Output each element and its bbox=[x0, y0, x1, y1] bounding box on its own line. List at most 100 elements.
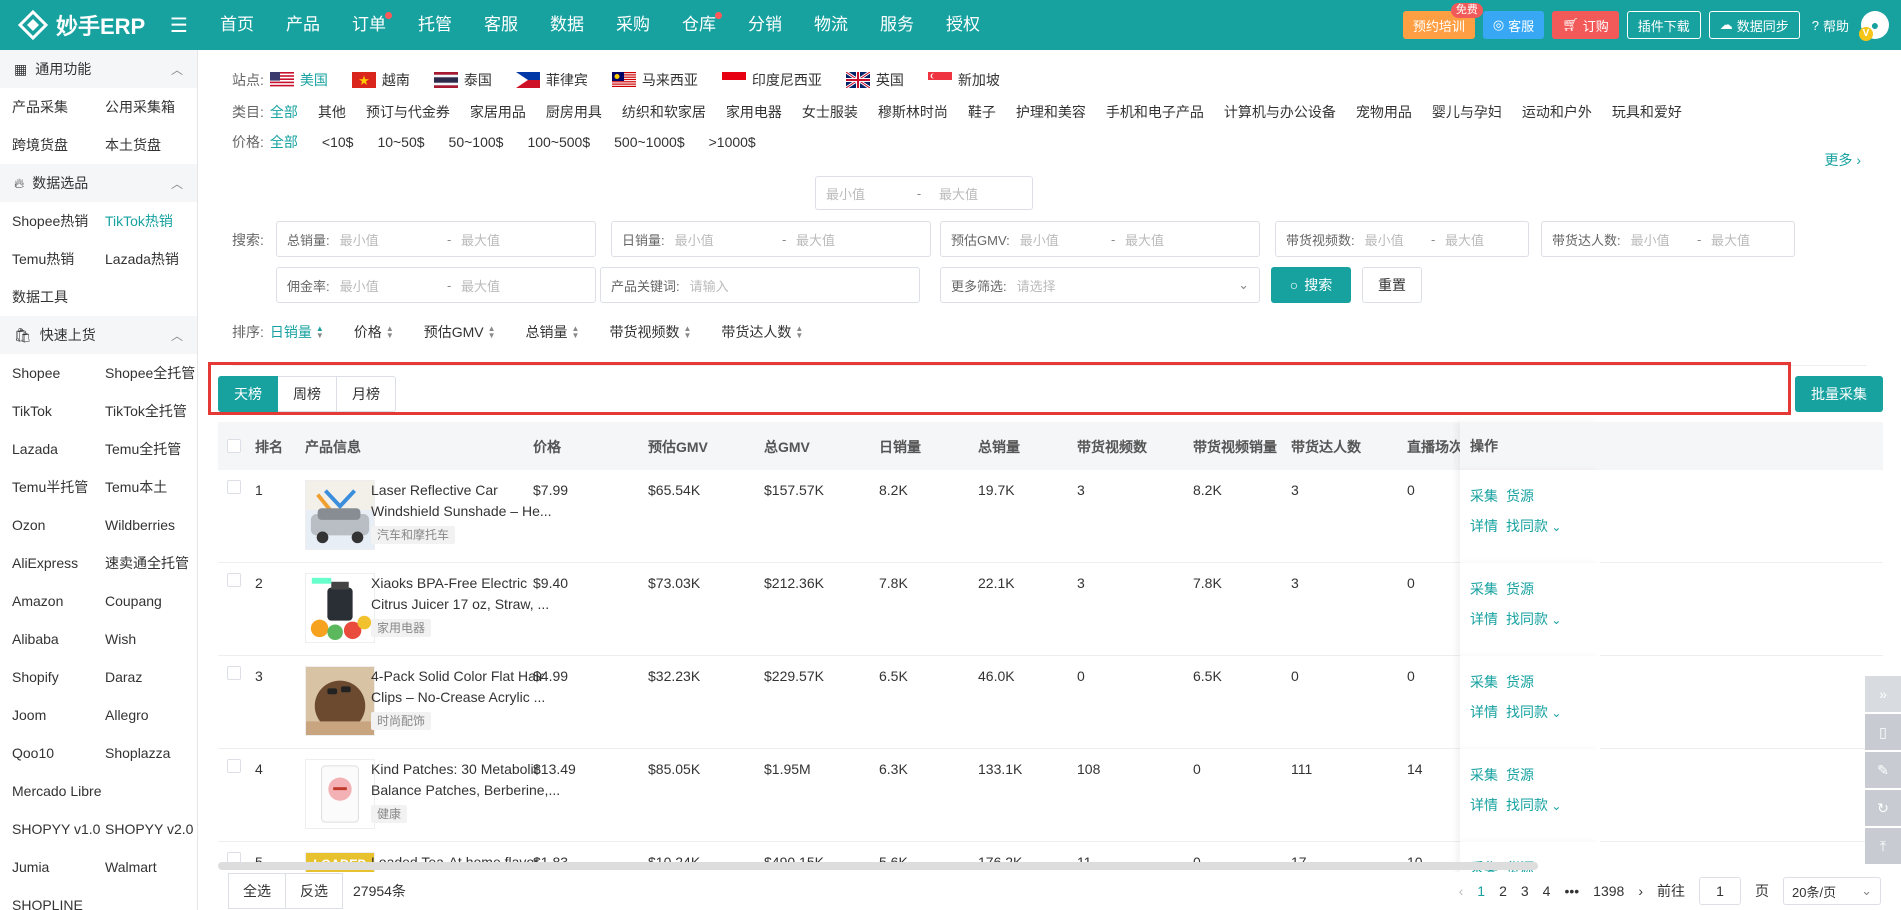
sidebar-item[interactable]: Joom bbox=[12, 696, 105, 734]
collect-link[interactable]: 采集 bbox=[1470, 765, 1498, 785]
product-thumbnail[interactable] bbox=[305, 666, 375, 736]
site-option[interactable]: 英国 bbox=[845, 70, 904, 90]
column-header[interactable]: 总销量 bbox=[978, 437, 1020, 457]
row-checkbox[interactable] bbox=[227, 573, 241, 587]
category-option[interactable]: 家居用品 bbox=[470, 102, 526, 122]
column-header[interactable]: 日销量 bbox=[879, 437, 921, 457]
range-filter-box[interactable]: 预估GMV: 最小值 - 最大值 bbox=[940, 221, 1260, 257]
sort-option[interactable]: 预估GMV ▲ ▼ bbox=[424, 322, 496, 342]
product-thumbnail[interactable] bbox=[305, 480, 375, 550]
find-same-link[interactable]: 找同款 ⌄ bbox=[1506, 795, 1561, 815]
range-filter-box[interactable]: 佣金率: 最小值 - 最大值 bbox=[276, 267, 596, 303]
category-option[interactable]: 婴儿与孕妇 bbox=[1432, 102, 1502, 122]
price-option[interactable]: 500~1000$ bbox=[614, 134, 684, 150]
sidebar-item[interactable]: Lazada热销 bbox=[105, 240, 197, 278]
sidebar-item[interactable]: Shopee热销 bbox=[12, 202, 105, 240]
more-filter-select[interactable]: 更多筛选: 请选择 ⌄ bbox=[940, 267, 1260, 303]
help-button[interactable]: ? 帮助 bbox=[1808, 11, 1853, 39]
nav-item-5[interactable]: 数据 bbox=[534, 0, 600, 50]
nav-item-2[interactable]: 订单 bbox=[336, 0, 402, 50]
site-option[interactable]: 新加坡 bbox=[927, 70, 1000, 90]
sidebar-item[interactable]: Amazon bbox=[12, 582, 105, 620]
range-filter-box[interactable]: 日销量: 最小值 - 最大值 bbox=[611, 221, 931, 257]
category-option[interactable]: 手机和电子产品 bbox=[1106, 102, 1204, 122]
nav-item-3[interactable]: 托管 bbox=[402, 0, 468, 50]
product-thumbnail[interactable] bbox=[305, 573, 375, 643]
page-number[interactable]: 4 bbox=[1543, 883, 1551, 899]
category-option[interactable]: 运动和户外 bbox=[1522, 102, 1592, 122]
sort-option[interactable]: 带货视频数 ▲ ▼ bbox=[609, 322, 691, 342]
column-header[interactable]: 总GMV bbox=[764, 437, 810, 457]
page-size-select[interactable]: 20条/页 ⌄ bbox=[1783, 877, 1881, 905]
sidebar-item[interactable]: Shopify bbox=[12, 658, 105, 696]
sidebar-section-1[interactable]: 🔥︎ 数据选品 ︿ bbox=[0, 164, 197, 202]
site-option[interactable]: 越南 bbox=[351, 70, 410, 90]
detail-link[interactable]: 详情 bbox=[1470, 516, 1498, 536]
site-option[interactable]: 马来西亚 bbox=[611, 70, 698, 90]
column-header[interactable]: 直播场次 bbox=[1407, 437, 1463, 457]
nav-item-0[interactable]: 首页 bbox=[204, 0, 270, 50]
sidebar-item[interactable]: AliExpress bbox=[12, 544, 105, 582]
app-logo[interactable]: 妙手ERP bbox=[0, 8, 170, 42]
nav-item-1[interactable]: 产品 bbox=[270, 0, 336, 50]
prev-page-icon[interactable]: ‹ bbox=[1459, 883, 1464, 899]
nav-item-4[interactable]: 客服 bbox=[468, 0, 534, 50]
category-option[interactable]: 预订与代金券 bbox=[366, 102, 450, 122]
sidebar-item[interactable]: Qoo10 bbox=[12, 734, 105, 772]
sidebar-item[interactable]: Temu热销 bbox=[12, 240, 105, 278]
back-to-top-icon[interactable]: ⤒ bbox=[1865, 828, 1901, 864]
site-option[interactable]: 美国 bbox=[269, 70, 328, 90]
mobile-icon[interactable]: ▯ bbox=[1865, 714, 1901, 750]
find-same-link[interactable]: 找同款 ⌄ bbox=[1506, 702, 1561, 722]
sidebar-item[interactable]: SHOPYY v2.0 bbox=[105, 810, 197, 848]
category-option[interactable]: 玩具和爱好 bbox=[1612, 102, 1682, 122]
category-option[interactable]: 纺织和软家居 bbox=[622, 102, 706, 122]
sidebar-item[interactable]: TikTok全托管 bbox=[105, 392, 197, 430]
site-option[interactable]: 菲律宾 bbox=[515, 70, 588, 90]
page-number[interactable]: 1398 bbox=[1593, 883, 1624, 899]
column-header[interactable]: 价格 bbox=[533, 437, 561, 457]
sidebar-item[interactable]: SHOPYY v1.0 bbox=[12, 810, 105, 848]
next-page-icon[interactable]: › bbox=[1638, 883, 1643, 899]
sidebar-item[interactable]: Lazada bbox=[12, 430, 105, 468]
price-option[interactable]: >1000$ bbox=[709, 134, 756, 150]
sort-option[interactable]: 带货达人数 ▲ ▼ bbox=[721, 322, 803, 342]
nav-item-8[interactable]: 分销 bbox=[732, 0, 798, 50]
site-option[interactable]: 泰国 bbox=[433, 70, 492, 90]
sidebar-item[interactable]: Jumia bbox=[12, 848, 105, 886]
training-button[interactable]: 预约培训 免费 bbox=[1402, 3, 1483, 39]
price-option[interactable]: 10~50$ bbox=[377, 134, 424, 150]
category-option[interactable]: 宠物用品 bbox=[1356, 102, 1412, 122]
site-option[interactable]: 印度尼西亚 bbox=[721, 70, 822, 90]
tab-1[interactable]: 周榜 bbox=[278, 376, 337, 412]
sidebar-item[interactable]: Daraz bbox=[105, 658, 197, 696]
user-avatar[interactable]: ● V bbox=[1859, 11, 1889, 41]
refresh-icon[interactable]: ↻ bbox=[1865, 790, 1901, 826]
sidebar-item[interactable]: Shoplazza bbox=[105, 734, 197, 772]
header-checkbox[interactable] bbox=[227, 439, 241, 453]
source-link[interactable]: 货源 bbox=[1506, 672, 1534, 692]
data-sync-button[interactable]: ☁ 数据同步 bbox=[1708, 11, 1800, 39]
row-checkbox[interactable] bbox=[227, 666, 241, 680]
tab-2[interactable]: 月榜 bbox=[337, 376, 396, 412]
source-link[interactable]: 货源 bbox=[1506, 486, 1534, 506]
column-header[interactable]: 产品信息 bbox=[305, 437, 361, 457]
sort-option[interactable]: 总销量 ▲ ▼ bbox=[526, 322, 580, 342]
sidebar-item[interactable]: Wildberries bbox=[105, 506, 197, 544]
nav-item-10[interactable]: 服务 bbox=[864, 0, 930, 50]
feedback-icon[interactable]: ✎ bbox=[1865, 752, 1901, 788]
category-option[interactable]: 其他 bbox=[318, 102, 346, 122]
source-link[interactable]: 货源 bbox=[1506, 579, 1534, 599]
goto-page-input[interactable]: 1 bbox=[1699, 877, 1741, 905]
detail-link[interactable]: 详情 bbox=[1470, 702, 1498, 722]
invert-select-button[interactable]: 反选 bbox=[286, 873, 343, 909]
page-number[interactable]: 3 bbox=[1521, 883, 1529, 899]
range-filter-box[interactable]: 总销量: 最小值 - 最大值 bbox=[276, 221, 596, 257]
tab-0[interactable]: 天榜 bbox=[218, 376, 278, 412]
batch-collect-button[interactable]: 批量采集 bbox=[1795, 376, 1883, 412]
sidebar-item[interactable]: Walmart bbox=[105, 848, 197, 886]
sidebar-item[interactable]: Alibaba bbox=[12, 620, 105, 658]
sidebar-item[interactable]: Shopee bbox=[12, 354, 105, 392]
sort-option[interactable]: 日销量 ▲ ▼ bbox=[270, 322, 324, 342]
sidebar-item[interactable]: Temu全托管 bbox=[105, 430, 197, 468]
